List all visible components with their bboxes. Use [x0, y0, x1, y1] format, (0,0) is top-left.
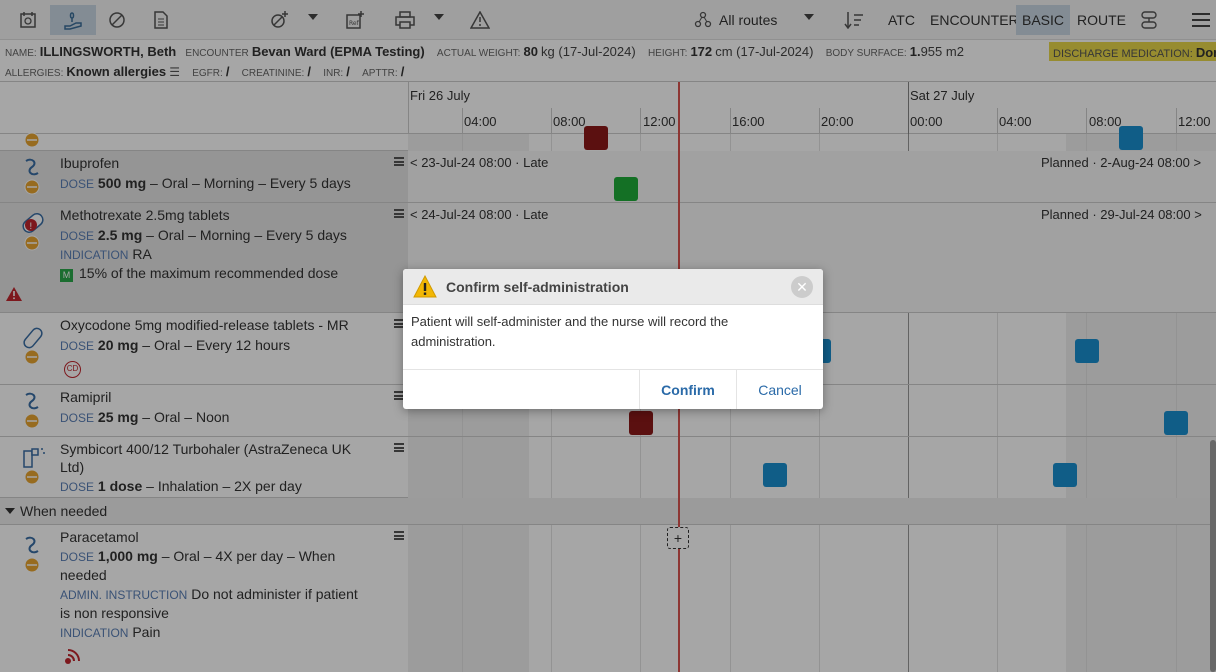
close-icon[interactable]: ✕: [791, 276, 813, 298]
dialog-footer: Confirm Cancel: [403, 369, 823, 409]
dialog-title: Confirm self-administration: [446, 279, 629, 295]
confirm-self-administration-dialog: Confirm self-administration ✕ Patient wi…: [403, 269, 823, 409]
confirm-button[interactable]: Confirm: [639, 370, 737, 409]
warning-triangle-icon: [413, 275, 437, 298]
dialog-message: Patient will self-administer and the nur…: [411, 314, 729, 349]
dialog-header: Confirm self-administration ✕: [403, 269, 823, 305]
cancel-button[interactable]: Cancel: [737, 370, 823, 409]
